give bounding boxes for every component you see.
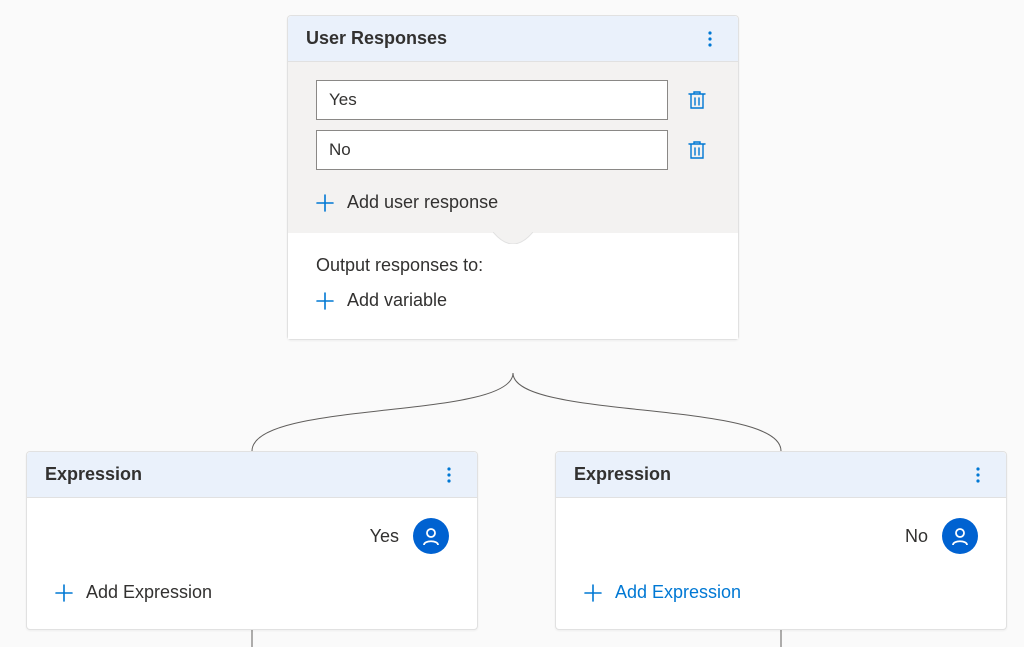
delete-response-button[interactable]: [684, 87, 710, 113]
user-avatar: [413, 518, 449, 554]
response-input-2[interactable]: [316, 130, 668, 170]
add-expression-label: Add Expression: [615, 582, 741, 603]
output-label: Output responses to:: [316, 255, 710, 276]
expression-body: No Add Expression: [556, 498, 1006, 629]
more-menu-button[interactable]: [439, 465, 459, 485]
card-header: Expression: [27, 452, 477, 498]
expression-card-yes: Expression Yes: [26, 451, 478, 630]
output-section: Output responses to: Add variable: [288, 233, 738, 339]
notch-decoration: [493, 232, 533, 244]
card-header: Expression: [556, 452, 1006, 498]
response-row: [316, 130, 710, 170]
plus-icon: [316, 194, 334, 212]
trash-icon: [688, 90, 706, 110]
plus-icon: [316, 292, 334, 310]
expression-value-row: No: [584, 518, 978, 554]
responses-section: Add user response: [288, 62, 738, 233]
add-expression-button[interactable]: Add Expression: [584, 582, 978, 603]
expression-body: Yes Add Expression: [27, 498, 477, 629]
add-variable-button[interactable]: Add variable: [316, 290, 710, 311]
expression-value-row: Yes: [55, 518, 449, 554]
delete-response-button[interactable]: [684, 137, 710, 163]
add-response-label: Add user response: [347, 192, 498, 213]
add-user-response-button[interactable]: Add user response: [316, 180, 710, 213]
workflow-canvas: User Responses: [0, 0, 1024, 647]
expression-value: Yes: [370, 526, 399, 547]
more-vertical-icon: [976, 467, 980, 483]
add-expression-button[interactable]: Add Expression: [55, 582, 449, 603]
trash-icon: [688, 140, 706, 160]
plus-icon: [55, 584, 73, 602]
expression-card-no: Expression No A: [555, 451, 1007, 630]
person-icon: [421, 526, 441, 546]
more-menu-button[interactable]: [700, 29, 720, 49]
card-title: User Responses: [306, 28, 447, 49]
card-header: User Responses: [288, 16, 738, 62]
card-title: Expression: [45, 464, 142, 485]
more-vertical-icon: [708, 31, 712, 47]
user-responses-card: User Responses: [287, 15, 739, 340]
add-variable-label: Add variable: [347, 290, 447, 311]
expression-value: No: [905, 526, 928, 547]
more-vertical-icon: [447, 467, 451, 483]
add-expression-label: Add Expression: [86, 582, 212, 603]
response-row: [316, 80, 710, 120]
person-icon: [950, 526, 970, 546]
user-avatar: [942, 518, 978, 554]
plus-icon: [584, 584, 602, 602]
card-title: Expression: [574, 464, 671, 485]
response-input-1[interactable]: [316, 80, 668, 120]
more-menu-button[interactable]: [968, 465, 988, 485]
